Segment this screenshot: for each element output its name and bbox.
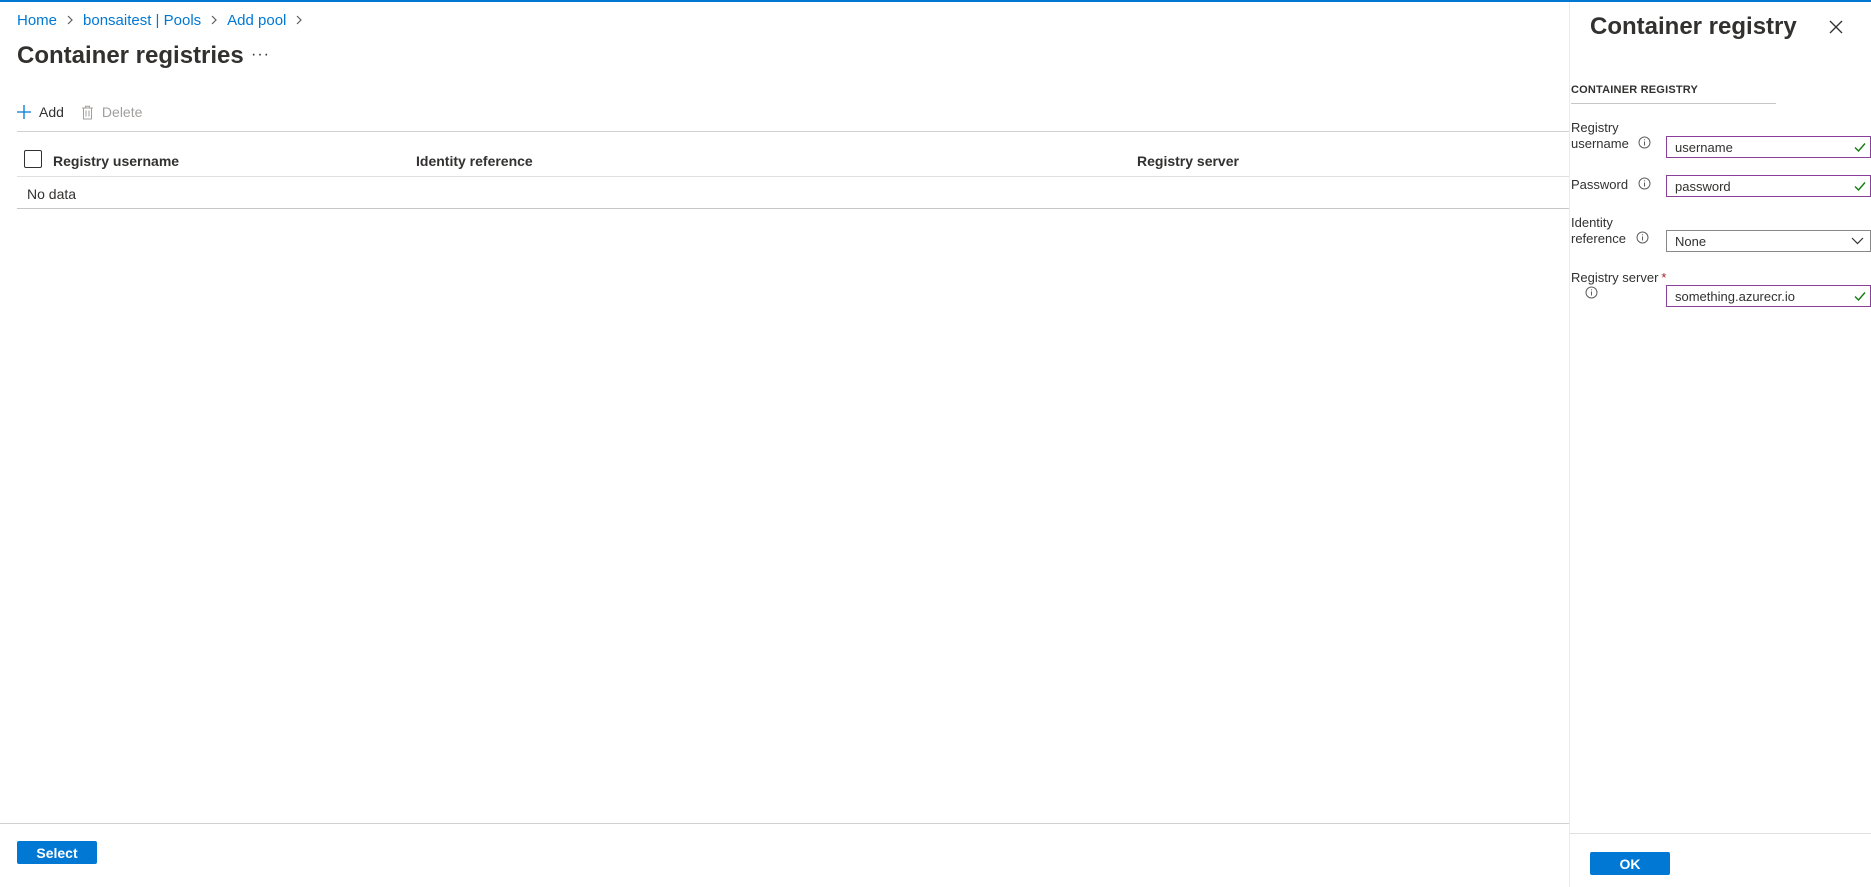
chevron-right-icon: [295, 13, 303, 28]
plus-icon: [17, 105, 31, 119]
breadcrumb-pools[interactable]: bonsaitest | Pools: [83, 12, 201, 29]
registry-username-label-line2: username: [1571, 136, 1629, 151]
checkmark-icon: [1854, 143, 1866, 153]
footer-divider: [0, 823, 1569, 824]
grid-bottom-divider: [17, 208, 1569, 209]
select-all-checkbox[interactable]: [24, 150, 42, 168]
column-header-registry-server[interactable]: Registry server: [1137, 153, 1239, 169]
registry-server-value: something.azurecr.io: [1675, 288, 1795, 304]
info-icon[interactable]: [1638, 177, 1651, 194]
delete-button[interactable]: Delete: [81, 104, 142, 120]
chevron-right-icon: [210, 13, 218, 28]
column-header-identity-reference[interactable]: Identity reference: [416, 153, 533, 169]
registry-username-label-line1: Registry: [1571, 120, 1619, 135]
info-icon[interactable]: [1638, 136, 1651, 153]
identity-reference-label-line1: Identity: [1571, 215, 1613, 230]
column-header-registry-username[interactable]: Registry username: [53, 153, 179, 169]
chevron-down-icon: [1851, 237, 1864, 245]
registry-username-value: username: [1675, 139, 1733, 155]
add-button[interactable]: Add: [17, 104, 64, 120]
registry-server-label-text: Registry server: [1571, 270, 1659, 285]
container-registries-page: Home bonsaitest | Pools Add pool Contain…: [0, 2, 1569, 887]
registry-server-label: Registry server *: [1571, 270, 1666, 303]
breadcrumb-home[interactable]: Home: [17, 12, 57, 29]
identity-reference-label-line2: reference: [1571, 231, 1626, 246]
section-underline: [1571, 103, 1776, 104]
password-label: Password: [1571, 177, 1651, 194]
ok-button[interactable]: OK: [1590, 852, 1670, 875]
identity-reference-select[interactable]: None: [1666, 230, 1871, 252]
close-icon[interactable]: [1828, 19, 1844, 35]
blade-footer-divider: [1570, 833, 1871, 834]
breadcrumb: Home bonsaitest | Pools Add pool: [17, 12, 312, 29]
trash-icon: [81, 105, 94, 120]
required-indicator: *: [1661, 270, 1667, 285]
delete-label: Delete: [101, 104, 143, 120]
add-label: Add: [39, 104, 64, 120]
toolbar-divider: [17, 131, 1569, 132]
grid-header-row: Registry username Identity reference Reg…: [17, 147, 1569, 177]
empty-grid-message: No data: [27, 186, 77, 202]
section-header: CONTAINER REGISTRY: [1571, 84, 1699, 96]
password-value: password: [1675, 178, 1731, 194]
page-title: Container registries: [17, 42, 244, 69]
checkmark-icon: [1854, 182, 1866, 192]
container-registry-blade: Container registry CONTAINER REGISTRY Re…: [1569, 2, 1871, 887]
info-icon[interactable]: [1636, 231, 1649, 248]
grid-header-divider: [17, 176, 1569, 177]
password-input[interactable]: password: [1666, 175, 1871, 197]
chevron-right-icon: [66, 13, 74, 28]
password-label-text: Password: [1571, 177, 1629, 192]
registry-username-input[interactable]: username: [1666, 136, 1871, 158]
toolbar: Add Delete: [17, 104, 159, 120]
checkmark-icon: [1854, 292, 1866, 302]
registry-server-input[interactable]: something.azurecr.io: [1666, 285, 1871, 307]
identity-reference-value: None: [1675, 233, 1707, 249]
select-button[interactable]: Select: [17, 841, 97, 864]
blade-title: Container registry: [1590, 13, 1797, 40]
more-options-button[interactable]: ···: [251, 46, 270, 64]
identity-reference-label: Identity reference: [1571, 215, 1649, 248]
breadcrumb-add-pool[interactable]: Add pool: [227, 12, 286, 29]
info-icon[interactable]: [1585, 286, 1598, 303]
registry-username-label: Registry username: [1571, 120, 1651, 153]
